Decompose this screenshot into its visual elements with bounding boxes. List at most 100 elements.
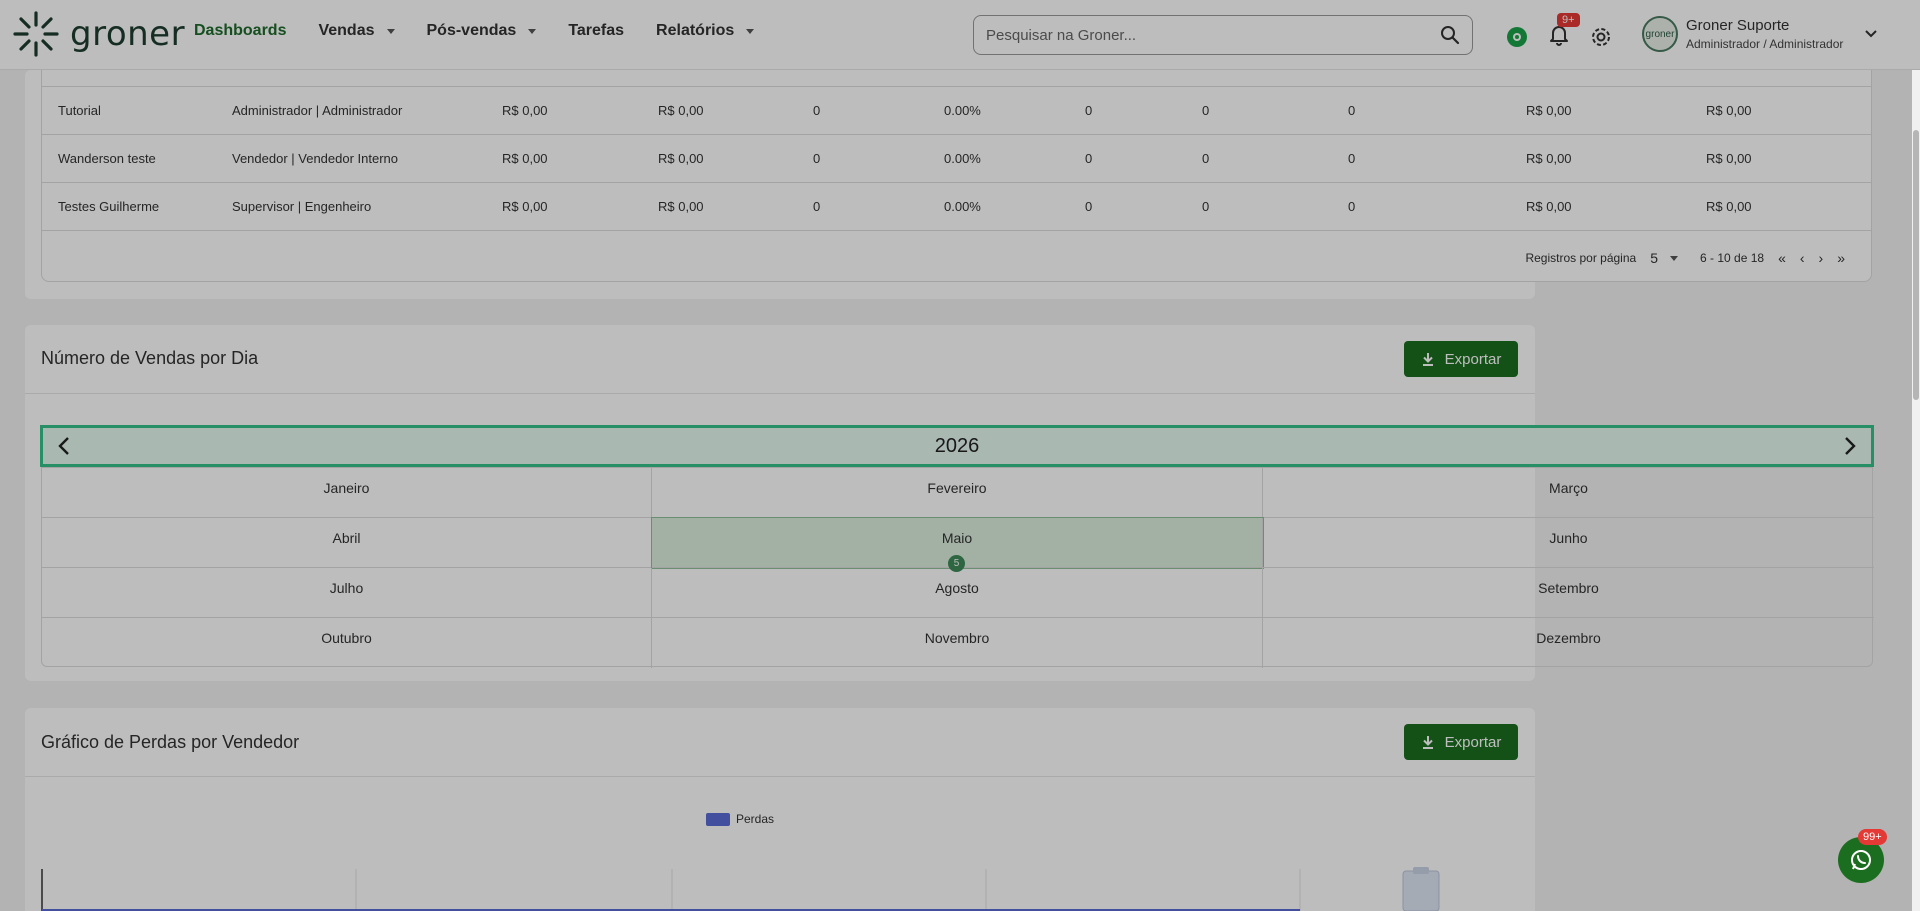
- groner-logo[interactable]: groner: [12, 10, 185, 58]
- month-agosto[interactable]: Agosto: [652, 568, 1263, 618]
- cell-value: R$ 0,00: [502, 151, 548, 166]
- cell-percent: 0.00%: [944, 151, 981, 166]
- panel-divider: [25, 776, 1535, 777]
- month-abril[interactable]: Abril: [42, 518, 652, 568]
- first-page-icon[interactable]: «: [1778, 250, 1786, 266]
- nav-tarefas[interactable]: Tarefas: [568, 22, 624, 40]
- search-icon[interactable]: [1440, 25, 1460, 45]
- green-eye-icon[interactable]: [1505, 25, 1529, 49]
- chevron-down-icon[interactable]: [1863, 26, 1879, 42]
- month-label: Setembro: [1538, 580, 1599, 596]
- panel-title: Número de Vendas por Dia: [41, 348, 259, 368]
- gear-icon[interactable]: [1589, 25, 1613, 49]
- nav-label: Tarefas: [568, 22, 625, 39]
- year-label: 2026: [934, 434, 980, 457]
- nav-relatorios[interactable]: Relatórios: [656, 22, 755, 40]
- month-fevereiro[interactable]: Fevereiro: [652, 468, 1263, 518]
- export-button[interactable]: Exportar: [1404, 724, 1518, 760]
- cell-percent: 0.00%: [944, 103, 981, 118]
- table-divider: [42, 230, 1871, 231]
- nav-vendas[interactable]: Vendas: [318, 22, 395, 40]
- user-role: Administrador / Administrador: [1686, 37, 1844, 51]
- month-dezembro[interactable]: Dezembro: [1263, 618, 1874, 668]
- table-pager: Registros por página 5 6 - 10 de 18 « ‹ …: [1525, 250, 1845, 266]
- month-label: Abril: [332, 530, 361, 546]
- nav-label: Relatórios: [656, 22, 735, 39]
- cell-count: 0: [1085, 151, 1093, 166]
- cell-count: 0: [1202, 151, 1210, 166]
- cell-percent: 0.00%: [944, 199, 981, 214]
- per-page-select[interactable]: 5: [1650, 250, 1678, 266]
- legend-swatch: [706, 812, 730, 826]
- search-box: [973, 15, 1473, 55]
- chart-legend[interactable]: Perdas: [706, 812, 774, 826]
- whatsapp-icon: [1851, 850, 1871, 870]
- month-label: Julho: [329, 580, 364, 596]
- main-nav: Dashboards Vendas Pós-vendas Tarefas Rel…: [194, 22, 755, 40]
- cell-value: R$ 0,00: [658, 103, 704, 118]
- nav-pos-vendas[interactable]: Pós-vendas: [427, 22, 537, 40]
- sellers-table: Tutorial Administrador | Administrador R…: [41, 70, 1872, 282]
- chevron-left-icon[interactable]: [57, 436, 71, 456]
- cell-count: 0: [1085, 103, 1093, 118]
- per-page-label: Registros por página: [1525, 251, 1637, 265]
- month-setembro[interactable]: Setembro: [1263, 568, 1874, 618]
- cell-count: 0: [1348, 199, 1356, 214]
- last-page-icon[interactable]: »: [1837, 250, 1845, 266]
- download-icon: [1422, 736, 1433, 749]
- export-button[interactable]: Exportar: [1404, 341, 1518, 377]
- header-icons: 9+: [1505, 13, 1613, 51]
- month-novembro[interactable]: Novembro: [652, 618, 1263, 668]
- cell-value: R$ 0,00: [1526, 199, 1572, 214]
- clipboard-icon: [1402, 867, 1440, 911]
- legend-label: Perdas: [736, 812, 775, 826]
- notifications[interactable]: 9+: [1547, 13, 1580, 51]
- chevron-down-icon: [1670, 255, 1678, 261]
- cell-value: R$ 0,00: [1706, 199, 1752, 214]
- chevron-right-icon[interactable]: [1843, 436, 1857, 456]
- table-row: Testes Guilherme Supervisor | Engenheiro…: [42, 182, 1871, 230]
- next-page-icon[interactable]: ›: [1819, 250, 1824, 266]
- per-page-value: 5: [1650, 250, 1658, 266]
- cell-count: 0: [1202, 199, 1210, 214]
- cell-value: R$ 0,00: [502, 103, 548, 118]
- cell-count: 0: [1085, 199, 1093, 214]
- cell-count: 0: [1202, 103, 1210, 118]
- cell-name: Tutorial: [58, 103, 101, 118]
- user-menu[interactable]: groner Groner Suporte Administrador / Ad…: [1642, 16, 1879, 52]
- top-header: groner Dashboards Vendas Pós-vendas Tare…: [0, 0, 1920, 70]
- chevron-down-icon: [746, 28, 755, 34]
- month-marco[interactable]: Março: [1263, 468, 1874, 518]
- panel-divider: [25, 393, 1535, 394]
- month-label: Outubro: [321, 630, 372, 646]
- export-label: Exportar: [1444, 350, 1502, 368]
- cell-value: R$ 0,00: [1526, 103, 1572, 118]
- panel-title: Gráfico de Perdas por Vendedor: [41, 732, 300, 752]
- cell-role: Supervisor | Engenheiro: [232, 199, 372, 214]
- search-input[interactable]: [986, 26, 1440, 44]
- sunburst-logo-icon: [13, 11, 59, 57]
- month-junho[interactable]: Junho: [1263, 518, 1874, 568]
- cell-role: Administrador | Administrador: [232, 103, 403, 118]
- whatsapp-badge: 99+: [1858, 829, 1887, 845]
- cell-value: R$ 0,00: [1526, 151, 1572, 166]
- month-outubro[interactable]: Outubro: [42, 618, 652, 668]
- month-janeiro[interactable]: Janeiro: [42, 468, 652, 518]
- cell-value: R$ 0,00: [658, 199, 704, 214]
- month-label: Novembro: [924, 630, 990, 646]
- month-julho[interactable]: Julho: [42, 568, 652, 618]
- month-label: Fevereiro: [927, 480, 987, 496]
- month-maio[interactable]: Maio 5: [651, 517, 1264, 572]
- cell-count: 0: [1348, 151, 1356, 166]
- nav-dashboards[interactable]: Dashboards: [194, 22, 286, 40]
- scrollbar-thumb[interactable]: [1913, 130, 1919, 400]
- table-row: Wanderson teste Vendedor | Vendedor Inte…: [42, 134, 1871, 182]
- month-label: Junho: [1549, 530, 1588, 546]
- cell-value: R$ 0,00: [1706, 151, 1752, 166]
- avatar-text: groner: [1645, 28, 1675, 40]
- prev-page-icon[interactable]: ‹: [1800, 250, 1805, 266]
- notification-badge: 9+: [1557, 13, 1580, 27]
- month-label: Agosto: [935, 580, 979, 596]
- nav-label: Dashboards: [194, 22, 287, 39]
- month-label: Janeiro: [323, 480, 370, 496]
